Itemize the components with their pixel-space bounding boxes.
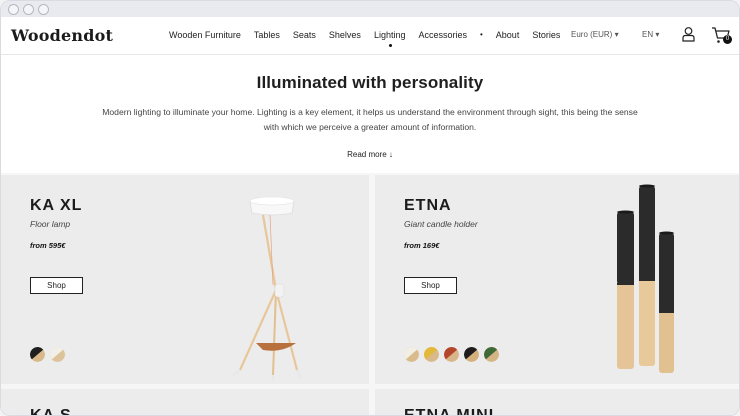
- product-card-ka-s[interactable]: KA S: [1, 389, 369, 416]
- product-subtitle: Giant candle holder: [404, 219, 478, 229]
- color-swatches: [30, 347, 70, 362]
- page-title: Illuminated with personality: [256, 73, 484, 92]
- menu-item-shelves[interactable]: Shelves: [329, 30, 361, 40]
- color-swatch-white-oak[interactable]: [50, 347, 65, 362]
- product-grid: KA XL Floor lamp from 595€ Shop ETNA Gia…: [1, 173, 739, 416]
- intro-text: Modern lighting to illuminate your home.…: [102, 107, 638, 132]
- menu-item-seats[interactable]: Seats: [293, 30, 316, 40]
- product-card-etna-mini[interactable]: ETNA MINI: [375, 389, 739, 416]
- menu-separator: •: [479, 30, 483, 39]
- site-logo[interactable]: Woodendot: [11, 26, 113, 45]
- product-name: ETNA: [404, 197, 452, 214]
- site-header: Woodendot Wooden Furniture Tables Seats …: [1, 17, 739, 55]
- floor-lamp-image: [230, 196, 302, 381]
- currency-selector[interactable]: Euro (EUR) ▾: [571, 30, 619, 39]
- menu-item-tables[interactable]: Tables: [254, 30, 280, 40]
- color-swatch-mustard[interactable]: [424, 347, 439, 362]
- color-swatch-black[interactable]: [464, 347, 479, 362]
- user-icon[interactable]: [682, 26, 695, 42]
- language-selector[interactable]: EN ▾: [642, 30, 659, 39]
- window-maximize-dot[interactable]: [38, 4, 49, 15]
- cart-count-badge: 0: [723, 35, 732, 44]
- product-card-ka-xl[interactable]: KA XL Floor lamp from 595€ Shop: [1, 175, 369, 384]
- menu-item-wooden-furniture[interactable]: Wooden Furniture: [169, 30, 241, 40]
- product-price: from 595€: [30, 241, 66, 250]
- shop-button[interactable]: Shop: [30, 277, 83, 294]
- menu-item-accessories[interactable]: Accessories: [418, 30, 467, 40]
- color-swatches: [404, 347, 504, 362]
- product-name: KA S: [30, 407, 72, 416]
- window-minimize-dot[interactable]: [23, 4, 34, 15]
- product-name: KA XL: [30, 197, 83, 214]
- main-menu: Wooden Furniture Tables Seats Shelves Li…: [169, 30, 573, 47]
- shop-button[interactable]: Shop: [404, 277, 457, 294]
- candle-holders-image: [617, 184, 674, 373]
- product-subtitle: Floor lamp: [30, 219, 71, 229]
- color-swatch-black-oak[interactable]: [30, 347, 45, 362]
- product-name: ETNA MINI: [404, 407, 495, 416]
- product-price: from 169€: [404, 241, 440, 250]
- menu-item-about[interactable]: About: [496, 30, 520, 40]
- product-card-etna[interactable]: ETNA Giant candle holder from 169€ Shop: [375, 175, 739, 384]
- browser-window: Woodendot Wooden Furniture Tables Seats …: [0, 0, 740, 416]
- read-more-link[interactable]: Read more ↓: [347, 150, 393, 159]
- intro-section: Illuminated with personality Modern ligh…: [1, 55, 739, 173]
- window-close-dot[interactable]: [8, 4, 19, 15]
- color-swatch-green[interactable]: [484, 347, 499, 362]
- color-swatch-natural[interactable]: [404, 347, 419, 362]
- menu-item-stories[interactable]: Stories: [532, 30, 560, 40]
- browser-titlebar: [1, 1, 739, 17]
- menu-item-lighting[interactable]: Lighting: [374, 30, 405, 47]
- color-swatch-terracotta[interactable]: [444, 347, 459, 362]
